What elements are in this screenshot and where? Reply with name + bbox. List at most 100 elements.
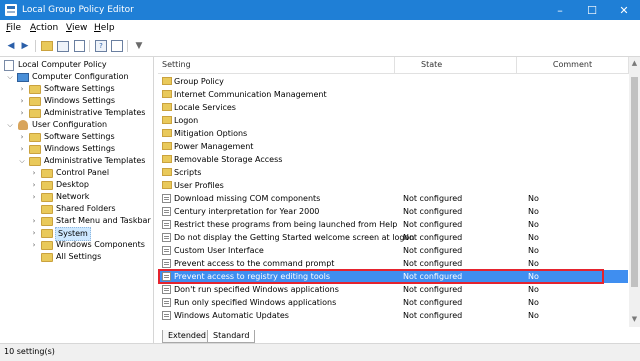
tree-item-shared-folders[interactable]: Shared Folders: [4, 203, 152, 215]
folder-icon: [29, 145, 41, 154]
tree-item-start-menu-taskbar[interactable]: › Start Menu and Taskbar: [4, 215, 152, 227]
policy-setting-icon: [162, 207, 171, 216]
tree-item-desktop[interactable]: › Desktop: [4, 179, 152, 191]
column-header-setting[interactable]: Setting: [158, 57, 395, 73]
folder-icon: [29, 133, 41, 142]
chevron-right-icon[interactable]: ›: [30, 227, 38, 239]
toolbar-divider: [127, 40, 128, 52]
folder-icon: [29, 109, 41, 118]
export-list-icon[interactable]: [72, 39, 86, 53]
maximize-button[interactable]: ☐: [576, 0, 608, 20]
scroll-up-icon[interactable]: ▲: [630, 59, 639, 68]
menu-action[interactable]: Action: [30, 22, 58, 34]
folder-up-icon[interactable]: [40, 39, 54, 53]
folder-icon: [41, 253, 53, 262]
back-icon[interactable]: ◀: [4, 39, 18, 53]
tree-item-uc-software-settings[interactable]: › Software Settings: [4, 131, 152, 143]
menu-file[interactable]: File: [6, 22, 21, 34]
chevron-right-icon[interactable]: ›: [30, 191, 38, 203]
chevron-right-icon[interactable]: ›: [30, 215, 38, 227]
tree-item-local-computer-policy[interactable]: Local Computer Policy: [4, 59, 152, 71]
status-bar: 10 setting(s): [0, 343, 640, 361]
chevron-right-icon[interactable]: ›: [18, 143, 26, 155]
table-row[interactable]: Don't run specified Windows applications…: [158, 283, 628, 296]
folder-icon: [41, 241, 53, 250]
table-row[interactable]: Do not display the Getting Started welco…: [158, 231, 628, 244]
tree-pane: Local Computer Policy ⌵ Computer Configu…: [0, 57, 154, 343]
tree-item-network[interactable]: › Network: [4, 191, 152, 203]
policy-setting-icon: [162, 194, 171, 203]
toolbar-divider: [89, 40, 90, 52]
title-bar: Local Group Policy Editor – ☐ ✕: [0, 0, 640, 20]
list-item-folder[interactable]: Removable Storage Access: [158, 153, 628, 166]
table-row[interactable]: Download missing COM components Not confi…: [158, 192, 628, 205]
policy-setting-icon: [162, 311, 171, 320]
chevron-right-icon[interactable]: ›: [30, 167, 38, 179]
group-policy-app-icon: [5, 4, 17, 16]
column-header-state[interactable]: State: [395, 57, 517, 73]
help-icon[interactable]: ?: [94, 39, 108, 53]
chevron-down-icon[interactable]: ⌵: [6, 71, 14, 83]
column-header-comment[interactable]: Comment: [517, 57, 629, 73]
folder-icon: [29, 85, 41, 94]
menu-bar: File Action View Help: [0, 20, 640, 36]
folder-icon: [162, 155, 172, 163]
chevron-right-icon[interactable]: ›: [18, 131, 26, 143]
tree-item-computer-configuration[interactable]: ⌵ Computer Configuration: [4, 71, 152, 83]
forward-icon[interactable]: ▶: [18, 39, 32, 53]
folder-icon: [41, 217, 53, 226]
tree-item-cc-administrative-templates[interactable]: › Administrative Templates: [4, 107, 152, 119]
list-item-folder[interactable]: Mitigation Options: [158, 127, 628, 140]
policy-setting-icon: [162, 285, 171, 294]
menu-help[interactable]: Help: [94, 22, 115, 34]
vertical-scrollbar[interactable]: ▲ ▼: [629, 57, 640, 327]
scroll-down-icon[interactable]: ▼: [630, 315, 639, 324]
close-button[interactable]: ✕: [608, 0, 640, 20]
toolbar-divider: [35, 40, 36, 52]
scrollbar-thumb[interactable]: [631, 77, 638, 287]
list-item-folder[interactable]: Scripts: [158, 166, 628, 179]
table-row[interactable]: Custom User Interface Not configured No: [158, 244, 628, 257]
chevron-right-icon[interactable]: ›: [30, 179, 38, 191]
table-row[interactable]: Run only specified Windows applications N…: [158, 296, 628, 309]
list-item-folder[interactable]: Internet Communication Management: [158, 88, 628, 101]
tree-item-uc-administrative-templates[interactable]: ⌵ Administrative Templates: [4, 155, 152, 167]
tree-item-cc-software-settings[interactable]: › Software Settings: [4, 83, 152, 95]
tree-item-user-configuration[interactable]: ⌵ User Configuration: [4, 119, 152, 131]
table-row[interactable]: Windows Automatic Updates Not configured N…: [158, 309, 628, 322]
chevron-right-icon[interactable]: ›: [18, 95, 26, 107]
chevron-right-icon[interactable]: ›: [30, 239, 38, 251]
policy-document-icon: [4, 60, 14, 71]
tree-item-system[interactable]: › System: [4, 227, 152, 241]
folder-icon: [162, 168, 172, 176]
tree-item-cc-windows-settings[interactable]: › Windows Settings: [4, 95, 152, 107]
list-item-folder[interactable]: Group Policy: [158, 75, 628, 88]
filter-icon[interactable]: ▼: [132, 39, 146, 53]
folder-icon: [162, 90, 172, 98]
chevron-right-icon[interactable]: ›: [18, 83, 26, 95]
list-item-folder[interactable]: User Profiles: [158, 179, 628, 192]
tree-item-all-settings[interactable]: All Settings: [4, 251, 152, 263]
chevron-down-icon[interactable]: ⌵: [6, 119, 14, 131]
show-hide-tree-icon[interactable]: [56, 39, 70, 53]
list-item-folder[interactable]: Logon: [158, 114, 628, 127]
highlight-box: [158, 269, 604, 284]
chevron-right-icon[interactable]: ›: [18, 107, 26, 119]
tab-extended[interactable]: Extended: [162, 330, 212, 343]
minimize-button[interactable]: –: [544, 0, 576, 20]
properties-icon[interactable]: [110, 39, 124, 53]
table-row[interactable]: Restrict these programs from being launc…: [158, 218, 628, 231]
tree-item-windows-components[interactable]: › Windows Components: [4, 239, 152, 251]
list-item-folder[interactable]: Locale Services: [158, 101, 628, 114]
policy-setting-icon: [162, 246, 171, 255]
table-row[interactable]: Century interpretation for Year 2000 Not …: [158, 205, 628, 218]
view-tabs: Extended Standard: [158, 330, 628, 343]
folder-icon: [162, 77, 172, 85]
menu-view[interactable]: View: [66, 22, 87, 34]
list-item-folder[interactable]: Power Management: [158, 140, 628, 153]
tree-item-control-panel[interactable]: › Control Panel: [4, 167, 152, 179]
tab-standard[interactable]: Standard: [207, 330, 256, 343]
chevron-down-icon[interactable]: ⌵: [18, 155, 26, 167]
tree-item-uc-windows-settings[interactable]: › Windows Settings: [4, 143, 152, 155]
table-row-selected[interactable]: Prevent access to registry editing tools…: [158, 269, 628, 284]
